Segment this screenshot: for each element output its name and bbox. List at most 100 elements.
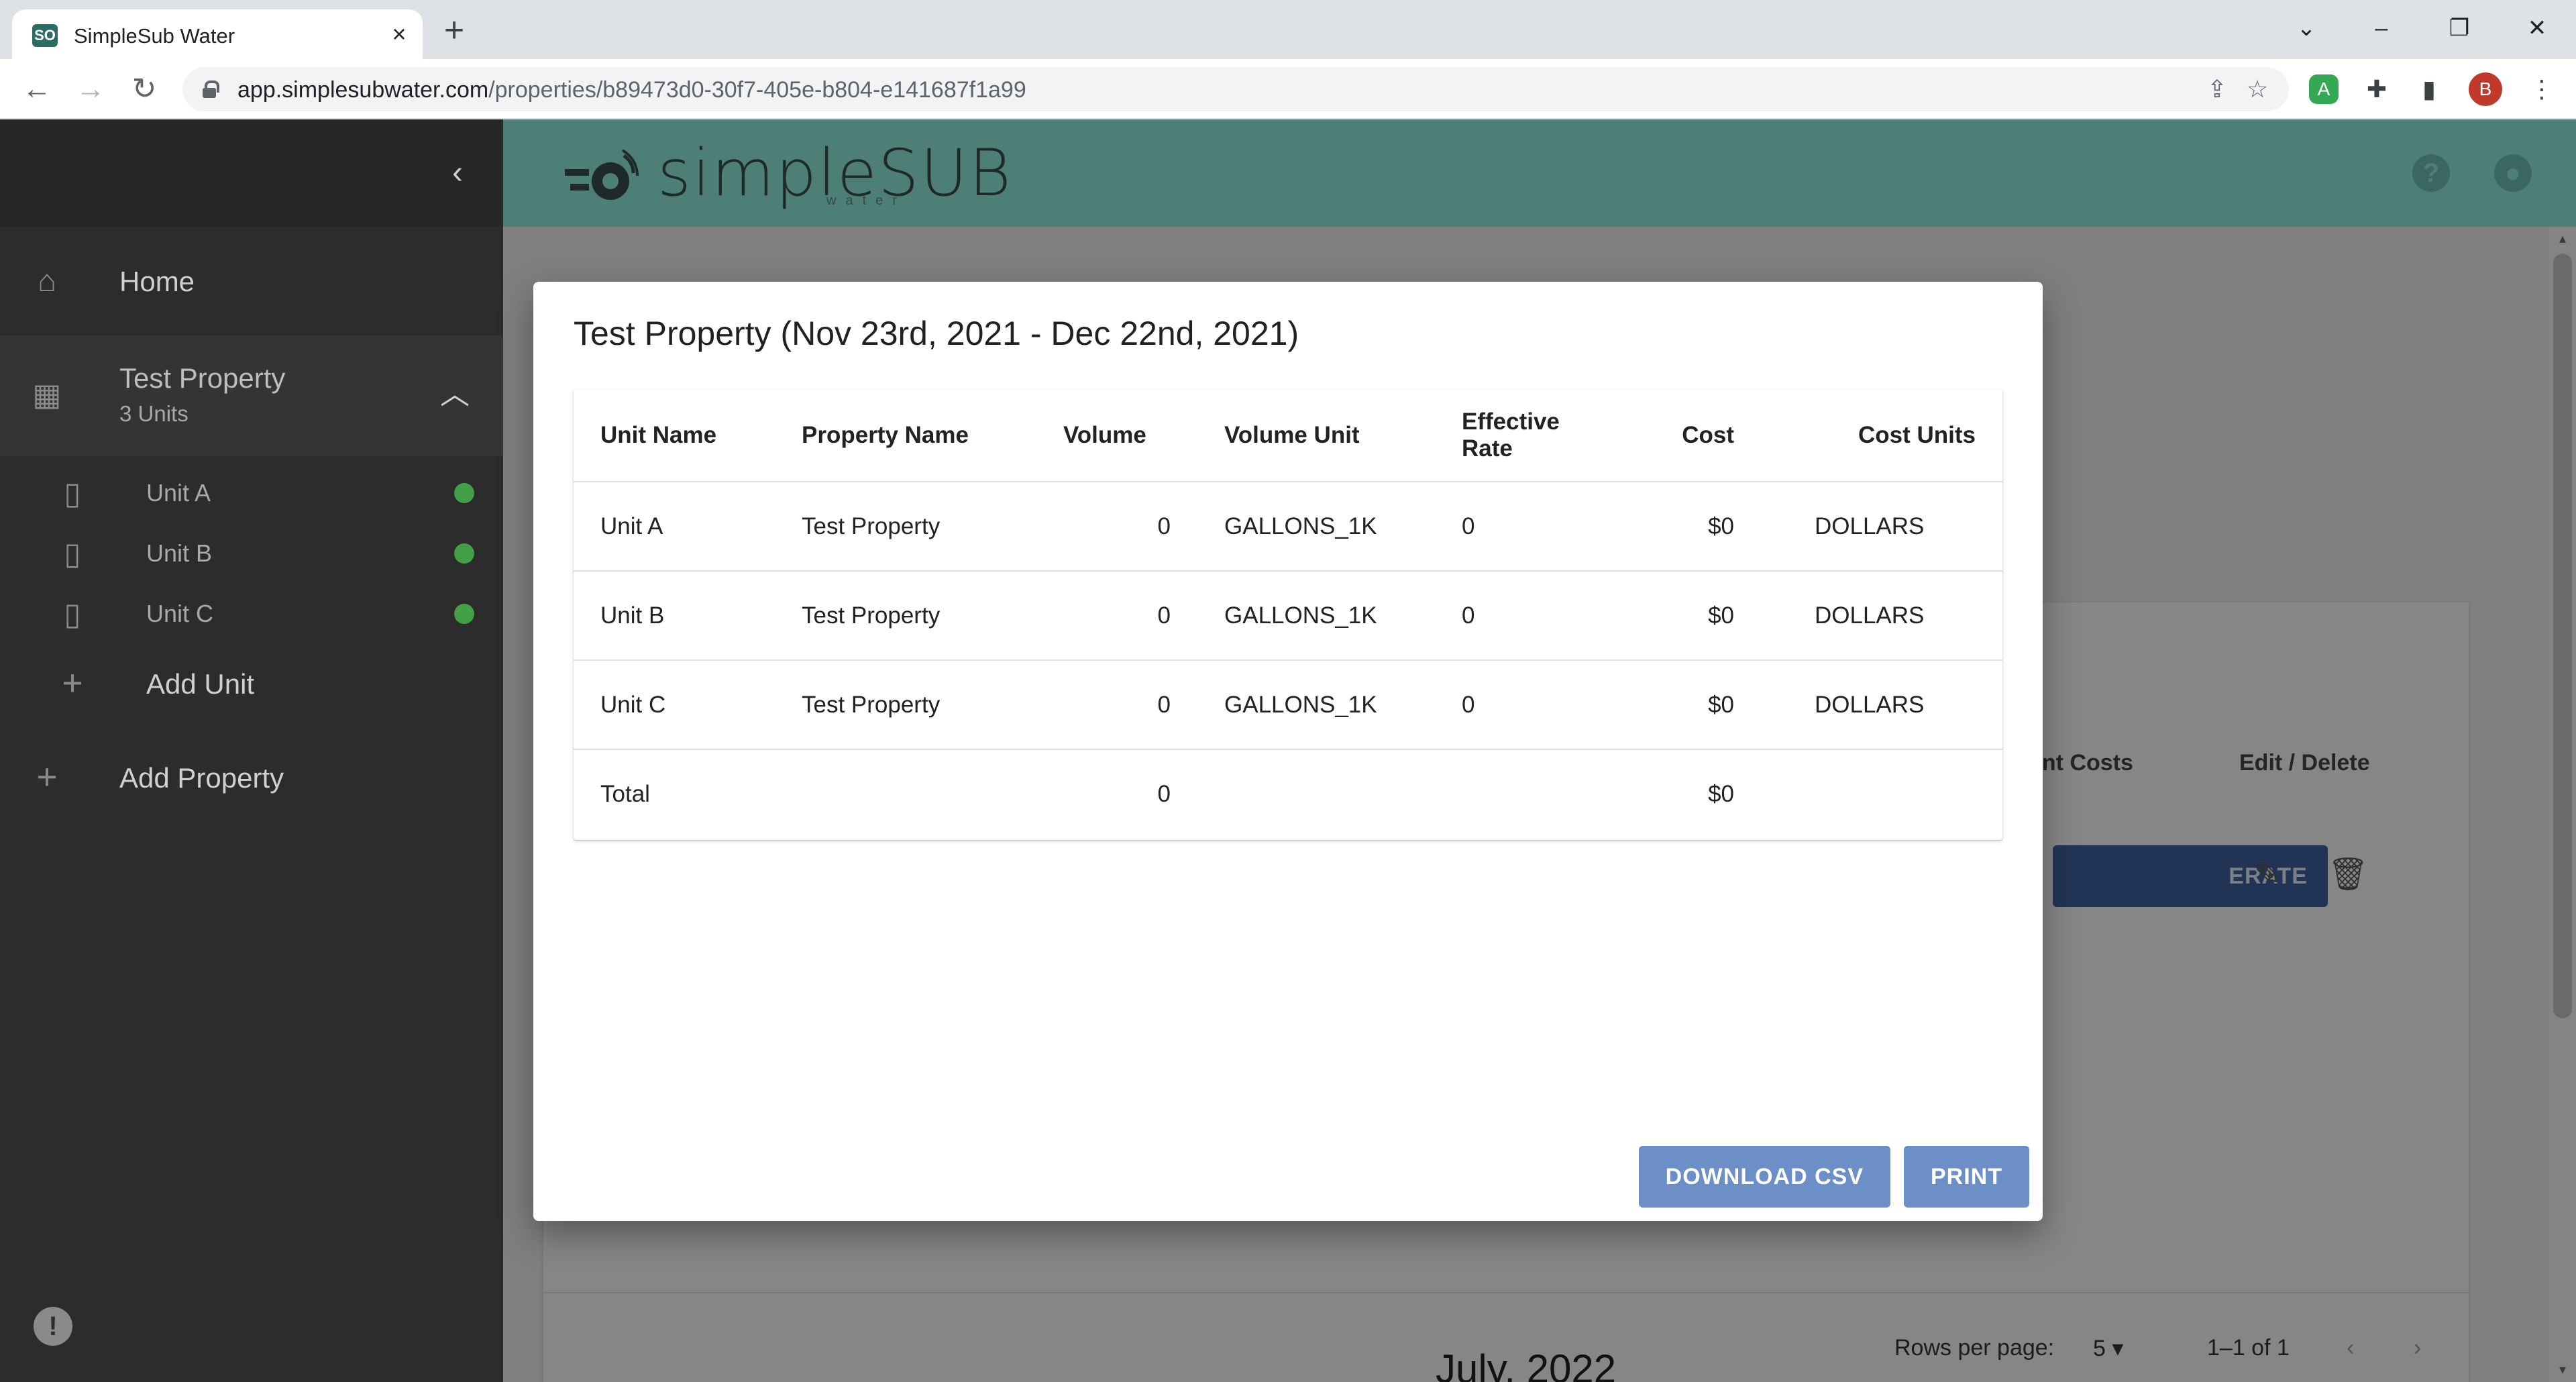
- sidebar-item-unit-a[interactable]: ▯ Unit A: [0, 463, 503, 523]
- sidebar-item-test-property[interactable]: ▦ Test Property 3 Units ︿: [0, 335, 503, 456]
- sidebar: ‹ ⌂ Home ▦ Test Property 3 Units ︿ ▯ Uni…: [0, 119, 503, 1382]
- billing-table: Unit Name Property Name Volume Volume Un…: [574, 389, 2002, 839]
- new-tab-icon[interactable]: +: [436, 12, 472, 48]
- simplesub-logo[interactable]: simpleSUB water: [565, 133, 1011, 213]
- building-icon: ▦: [32, 377, 62, 412]
- unit-status-dot: [454, 543, 474, 564]
- url-host: app.simplesubwater.com: [237, 77, 489, 103]
- cell-property-name: Test Property: [775, 482, 1036, 572]
- download-csv-button[interactable]: DOWNLOAD CSV: [1638, 1146, 1890, 1208]
- account-icon[interactable]: ●: [2494, 154, 2532, 192]
- extensions-puzzle-icon[interactable]: ✚: [2359, 71, 2395, 107]
- feedback-alert-icon[interactable]: !: [34, 1307, 72, 1346]
- cell-empty: [1197, 749, 1435, 839]
- unit-label: Unit B: [146, 539, 213, 567]
- reload-icon[interactable]: ↻: [125, 70, 164, 109]
- restore-icon[interactable]: ❐: [2439, 8, 2479, 48]
- plus-icon: +: [62, 663, 83, 703]
- sidebar-item-unit-b[interactable]: ▯ Unit B: [0, 523, 503, 584]
- column-header: Unit Name: [574, 389, 775, 482]
- back-arrow-icon[interactable]: ←: [17, 70, 56, 109]
- url-path: /properties/b89473d0-30f7-405e-b804-e141…: [488, 77, 1026, 103]
- billing-report-dialog: Test Property (Nov 23rd, 2021 - Dec 22nd…: [533, 282, 2043, 1221]
- property-units-count: 3 Units: [119, 401, 189, 426]
- minimize-icon[interactable]: –: [2361, 8, 2402, 48]
- cell-effective-rate: 0: [1435, 571, 1643, 661]
- cell-empty: [1435, 749, 1643, 839]
- cell-volume: 0: [1036, 482, 1197, 572]
- browser-tab[interactable]: SO SimpleSub Water ×: [12, 9, 423, 59]
- cell-volume-unit: GALLONS_1K: [1197, 660, 1435, 750]
- column-header: Volume: [1036, 389, 1197, 482]
- table-header-row: Unit Name Property Name Volume Volume Un…: [574, 389, 2002, 482]
- share-icon[interactable]: ⇪: [2202, 74, 2233, 105]
- unit-status-dot: [454, 604, 474, 624]
- profile-avatar[interactable]: B: [2469, 72, 2502, 106]
- cell-effective-rate: 0: [1435, 482, 1643, 572]
- cell-property-name: Test Property: [775, 660, 1036, 750]
- unit-label: Unit C: [146, 600, 214, 627]
- collapse-sidebar-chevron-icon[interactable]: ‹: [437, 153, 478, 193]
- billing-table-container: Unit Name Property Name Volume Volume Un…: [574, 389, 2002, 840]
- sidebar-item-home[interactable]: ⌂ Home: [0, 240, 503, 321]
- browser-toolbar: ← → ↻ app.simplesubwater.com/properties/…: [0, 59, 2576, 119]
- cell-unit-name: Unit B: [574, 571, 775, 661]
- app-header: simpleSUB water ? ●: [503, 119, 2576, 227]
- cell-cost: $0: [1643, 571, 1761, 661]
- sidebar-item-home-label: Home: [119, 266, 195, 297]
- property-name: Test Property: [119, 362, 286, 394]
- door-icon: ▯: [64, 536, 81, 571]
- tab-title: SimpleSub Water: [74, 24, 235, 48]
- sidebar-add-property[interactable]: + Add Property: [0, 743, 503, 810]
- print-button[interactable]: PRINT: [1904, 1146, 2029, 1208]
- cell-cost: $0: [1643, 482, 1761, 572]
- sidebar-header: ‹: [0, 119, 503, 227]
- door-icon: ▯: [64, 596, 81, 631]
- help-icon[interactable]: ?: [2412, 154, 2450, 192]
- sidebar-item-unit-c[interactable]: ▯ Unit C: [0, 584, 503, 644]
- sidebar-add-unit[interactable]: + Add Unit: [0, 649, 503, 716]
- cell-total-volume: 0: [1157, 781, 1171, 807]
- cell-volume: 0: [1036, 660, 1197, 750]
- table-row: Unit A Test Property 0 GALLONS_1K 0 $0 D…: [574, 482, 2002, 572]
- add-unit-label: Add Unit: [146, 668, 255, 700]
- cell-cost-units: DOLLARS: [1761, 482, 2002, 572]
- cell-volume-unit: GALLONS_1K: [1197, 482, 1435, 572]
- column-header: Volume Unit: [1197, 389, 1435, 482]
- column-header: Cost Units: [1761, 389, 2002, 482]
- address-bar[interactable]: app.simplesubwater.com/properties/b89473…: [182, 67, 2289, 111]
- extension-badge-icon[interactable]: A: [2309, 74, 2339, 104]
- cell-unit-name: Unit C: [574, 660, 775, 750]
- plus-icon: +: [36, 757, 58, 797]
- cell-unit-name: Unit A: [574, 482, 775, 572]
- lock-icon[interactable]: [203, 81, 219, 98]
- browser-tab-bar: SO SimpleSub Water × + ⌄ – ❐ ✕: [0, 0, 2576, 59]
- logo-subtext: water: [826, 193, 906, 208]
- cell-cost-units: DOLLARS: [1761, 571, 2002, 661]
- cell-property-name: Test Property: [775, 571, 1036, 661]
- simplesub-favicon-icon: SO: [32, 24, 58, 47]
- cell-volume: 0: [1036, 571, 1197, 661]
- bookmark-star-icon[interactable]: ☆: [2242, 74, 2273, 105]
- door-icon: ▯: [64, 476, 81, 511]
- cell-total-label: Total: [600, 781, 650, 807]
- column-header: Cost: [1643, 389, 1761, 482]
- browser-menu-icon[interactable]: ⋮: [2524, 71, 2560, 107]
- logo-mark-icon: [565, 149, 639, 200]
- cell-total-cost: $0: [1708, 781, 1734, 807]
- dialog-actions: DOWNLOAD CSV PRINT: [1625, 1146, 2029, 1208]
- cell-cost: $0: [1643, 660, 1761, 750]
- cell-empty: [1761, 749, 2002, 839]
- table-row: Unit B Test Property 0 GALLONS_1K 0 $0 D…: [574, 571, 2002, 661]
- close-window-icon[interactable]: ✕: [2517, 8, 2557, 48]
- home-icon: ⌂: [38, 263, 56, 298]
- cell-empty: [775, 749, 1036, 839]
- tab-search-chevron-icon[interactable]: ⌄: [2286, 8, 2326, 48]
- side-panel-icon[interactable]: ▮: [2411, 71, 2447, 107]
- forward-arrow-icon[interactable]: →: [71, 70, 110, 109]
- dialog-title: Test Property (Nov 23rd, 2021 - Dec 22nd…: [574, 315, 1299, 352]
- cell-effective-rate: 0: [1435, 660, 1643, 750]
- chevron-up-icon[interactable]: ︿: [435, 374, 475, 415]
- close-tab-icon[interactable]: ×: [385, 20, 413, 48]
- column-header: Effective Rate: [1435, 389, 1643, 482]
